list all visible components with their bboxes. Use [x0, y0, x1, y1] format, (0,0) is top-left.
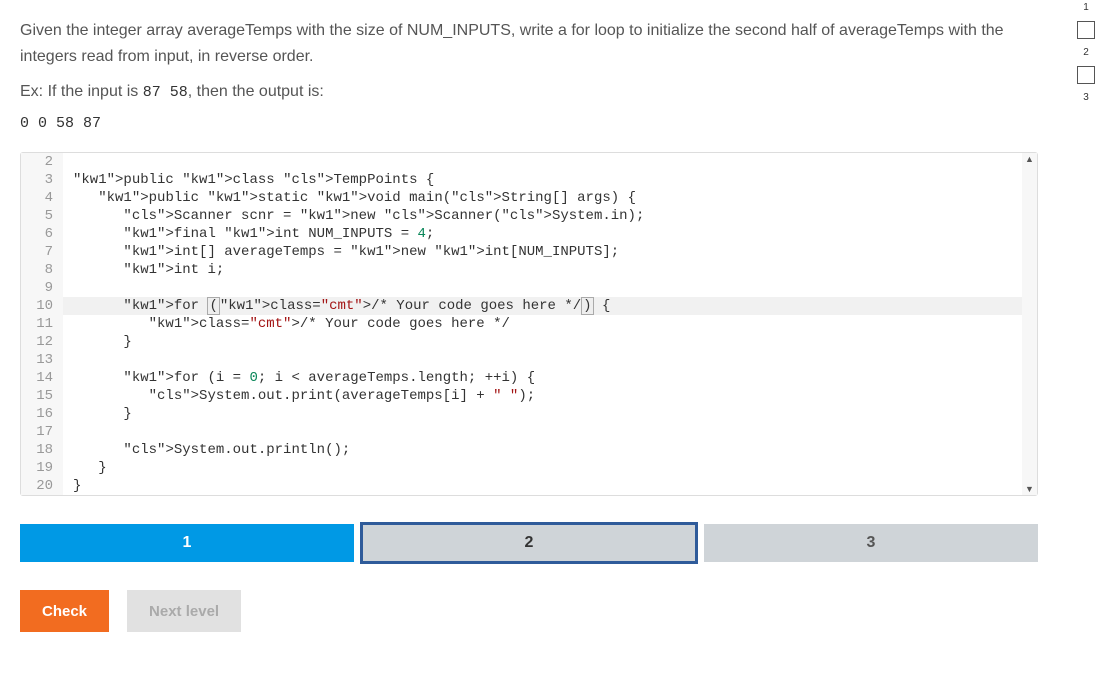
scroll-down-icon[interactable]: ▼ [1022, 483, 1037, 495]
problem-prompt: Given the integer array averageTemps wit… [20, 18, 1030, 69]
side-box-1[interactable] [1077, 21, 1095, 39]
tab-2[interactable]: 2 [362, 524, 696, 562]
editor-scrollbar[interactable]: ▲ ▼ [1022, 153, 1037, 495]
line-gutter: 234567891011121314151617181920 [21, 153, 63, 495]
side-label-1: 1 [1083, 2, 1089, 13]
side-progress: 1 2 3 [1077, 0, 1095, 103]
tab-1[interactable]: 1 [20, 524, 354, 562]
side-box-2[interactable] [1077, 66, 1095, 84]
code-area[interactable]: "kw1">public "kw1">class "cls">TempPoint… [63, 153, 1037, 495]
side-label-2: 2 [1083, 47, 1089, 58]
next-level-button: Next level [127, 590, 241, 632]
example-intro: Ex: If the input is 87 58, then the outp… [20, 83, 1030, 101]
test-tabs: 1 2 3 [20, 524, 1038, 562]
code-editor[interactable]: 234567891011121314151617181920 "kw1">pub… [20, 152, 1038, 496]
example-output: 0 0 58 87 [20, 115, 1030, 132]
check-button[interactable]: Check [20, 590, 109, 632]
scroll-up-icon[interactable]: ▲ [1022, 153, 1037, 165]
action-buttons: Check Next level [20, 590, 1030, 632]
side-label-3: 3 [1083, 92, 1089, 103]
tab-3[interactable]: 3 [704, 524, 1038, 562]
